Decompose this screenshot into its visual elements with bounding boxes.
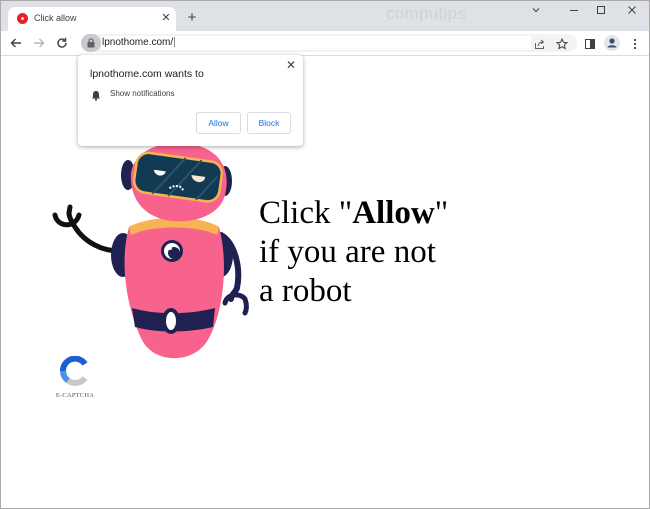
new-tab-button[interactable]: + bbox=[185, 10, 199, 25]
tab-click-allow[interactable]: Click allow ✕ bbox=[8, 7, 176, 31]
site-favicon-icon bbox=[17, 13, 28, 24]
permission-dialog-title: lpnothome.com wants to bbox=[90, 68, 204, 80]
close-window-button[interactable] bbox=[624, 5, 640, 18]
tab-search-chevron-icon[interactable] bbox=[528, 5, 544, 18]
address-bar[interactable]: lpnothome.com/ bbox=[81, 34, 577, 52]
headline-emphasis: Allow bbox=[352, 195, 435, 231]
notification-permission-dialog: lpnothome.com wants to ✕ Show notificati… bbox=[78, 55, 303, 146]
watermark: computips bbox=[386, 4, 467, 23]
permission-close-icon[interactable]: ✕ bbox=[285, 58, 297, 72]
site-info-button[interactable] bbox=[81, 34, 101, 52]
text-caret bbox=[174, 37, 176, 48]
block-button[interactable]: Block bbox=[247, 112, 291, 134]
tab-strip: Click allow ✕ + computips bbox=[1, 1, 649, 31]
robot-hand-right bbox=[222, 292, 249, 316]
browser-toolbar: lpnothome.com/ bbox=[1, 31, 649, 56]
forward-button[interactable] bbox=[32, 36, 46, 50]
headline-line-3: a robot bbox=[259, 273, 352, 309]
robot-body bbox=[124, 218, 224, 359]
profile-icon bbox=[607, 38, 617, 48]
captcha-label: E-CAPTCHA bbox=[55, 392, 95, 399]
reload-button[interactable] bbox=[55, 36, 69, 50]
permission-description: Show notifications bbox=[110, 89, 175, 98]
profile-avatar[interactable] bbox=[604, 35, 620, 51]
bookmark-star-icon[interactable] bbox=[555, 37, 569, 50]
browser-window: Click allow ✕ + computips lpnothome.com/… bbox=[0, 0, 650, 509]
maximize-button[interactable] bbox=[593, 5, 609, 18]
headline-line-1: Click "Allow" bbox=[259, 195, 449, 231]
url-text: lpnothome.com/ bbox=[102, 37, 174, 48]
lock-icon bbox=[87, 38, 95, 48]
captcha-logo-icon bbox=[60, 355, 88, 386]
bell-icon bbox=[91, 88, 101, 106]
share-icon[interactable] bbox=[534, 37, 546, 49]
back-button[interactable] bbox=[9, 36, 23, 50]
side-panel-icon[interactable] bbox=[584, 37, 596, 49]
page-headline: Click "Allow" if you are not a robot bbox=[259, 194, 448, 311]
url-input[interactable]: lpnothome.com/ bbox=[101, 36, 531, 50]
minimize-button[interactable] bbox=[566, 5, 582, 18]
tab-close-icon[interactable]: ✕ bbox=[160, 11, 172, 25]
tab-title: Click allow bbox=[34, 13, 77, 23]
robot-illustration bbox=[52, 143, 249, 359]
allow-button[interactable]: Allow bbox=[196, 112, 241, 134]
menu-icon[interactable] bbox=[629, 37, 641, 50]
captcha-badge: E-CAPTCHA bbox=[53, 355, 97, 399]
headline-line-2: if you are not bbox=[259, 234, 436, 270]
